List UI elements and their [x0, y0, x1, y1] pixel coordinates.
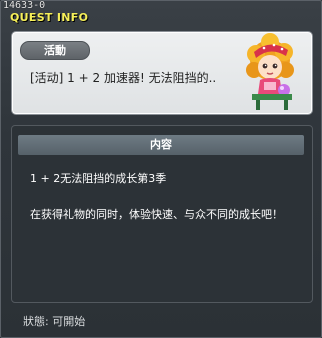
quest-name: [活动] 1 + 2 加速器! 无法阻挡的..	[30, 71, 217, 85]
quest-content-panel: 内容 1 + 2无法阻挡的成长第3季 在获得礼物的同时，体验快速、与众不同的成长…	[11, 125, 313, 303]
content-header: 内容	[18, 135, 304, 155]
content-summary: 1 + 2无法阻挡的成长第3季	[30, 172, 167, 185]
content-description: 在获得礼物的同时，体验快速、与众不同的成长吧！	[30, 208, 283, 221]
category-badge: 活動	[20, 41, 90, 60]
window-title: QUEST INFO	[10, 11, 89, 24]
npc-portrait-icon	[246, 33, 294, 110]
quest-status: 狀態: 可開始	[23, 315, 86, 328]
quest-info-window: 14633-0 QUEST INFO 活動 [活动] 1 + 2 加速器! 无法…	[0, 0, 322, 338]
quest-id: 14633-0	[3, 0, 46, 11]
quest-summary-panel: 活動 [活动] 1 + 2 加速器! 无法阻挡的..	[11, 31, 313, 115]
